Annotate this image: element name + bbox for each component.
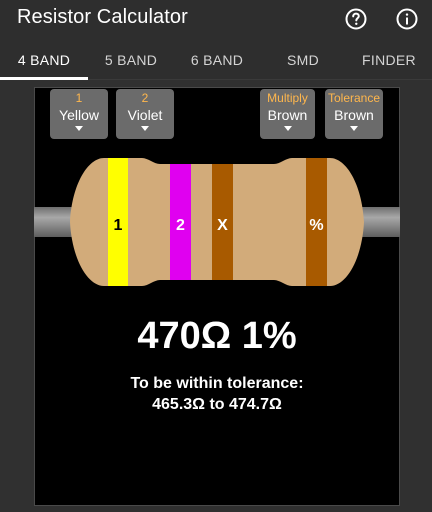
band-1-marker: 1 xyxy=(114,217,123,234)
tab-bar: 4 BAND 5 BAND 6 BAND SMD FINDER xyxy=(0,40,432,80)
dropdown-caret-icon xyxy=(350,126,358,131)
tolerance-band-marker: % xyxy=(309,217,323,234)
tolerance-range: 465.3Ω to 474.7Ω xyxy=(152,396,282,413)
dropdown-caret-icon xyxy=(141,126,149,131)
band-2-selector-label: 2 xyxy=(141,91,149,105)
band-2-selector-value: Violet xyxy=(127,107,163,123)
dropdown-caret-icon xyxy=(283,126,292,131)
info-icon[interactable] xyxy=(395,7,419,31)
app-title: Resistor Calculator xyxy=(17,6,188,28)
app-bar: Resistor Calculator xyxy=(0,0,432,40)
tab-finder[interactable]: FINDER xyxy=(346,52,432,68)
band-1-selector-label: 1 xyxy=(75,91,83,105)
help-icon[interactable] xyxy=(344,7,368,31)
multiplier-band-marker: X xyxy=(217,217,228,234)
band-2-selector[interactable]: 2 Violet xyxy=(116,89,174,139)
tolerance-selector-value: Brown xyxy=(334,107,374,123)
tolerance-selector[interactable]: Tolerance Brown xyxy=(325,89,383,139)
tab-6-band[interactable]: 6 BAND xyxy=(174,52,260,68)
dropdown-caret-icon xyxy=(75,126,83,131)
multiplier-selector-label: Multiply xyxy=(267,91,308,105)
resistance-result: 470Ω 1% xyxy=(137,315,297,357)
band-1-selector-value: Yellow xyxy=(59,107,99,123)
tab-smd[interactable]: SMD xyxy=(260,52,346,68)
tolerance-heading: To be within tolerance: xyxy=(130,375,304,392)
band-1-selector[interactable]: 1 Yellow xyxy=(50,89,108,139)
band-2-marker: 2 xyxy=(176,217,185,234)
multiplier-selector[interactable]: Multiply Brown xyxy=(260,89,315,139)
active-tab-indicator xyxy=(0,77,88,80)
resistor-graphic: 1 2 X% xyxy=(34,158,400,286)
multiplier-selector-value: Brown xyxy=(267,107,308,123)
tolerance-selector-label: Tolerance xyxy=(327,91,381,105)
tab-4-band[interactable]: 4 BAND xyxy=(0,52,88,68)
tab-5-band[interactable]: 5 BAND xyxy=(88,52,174,68)
